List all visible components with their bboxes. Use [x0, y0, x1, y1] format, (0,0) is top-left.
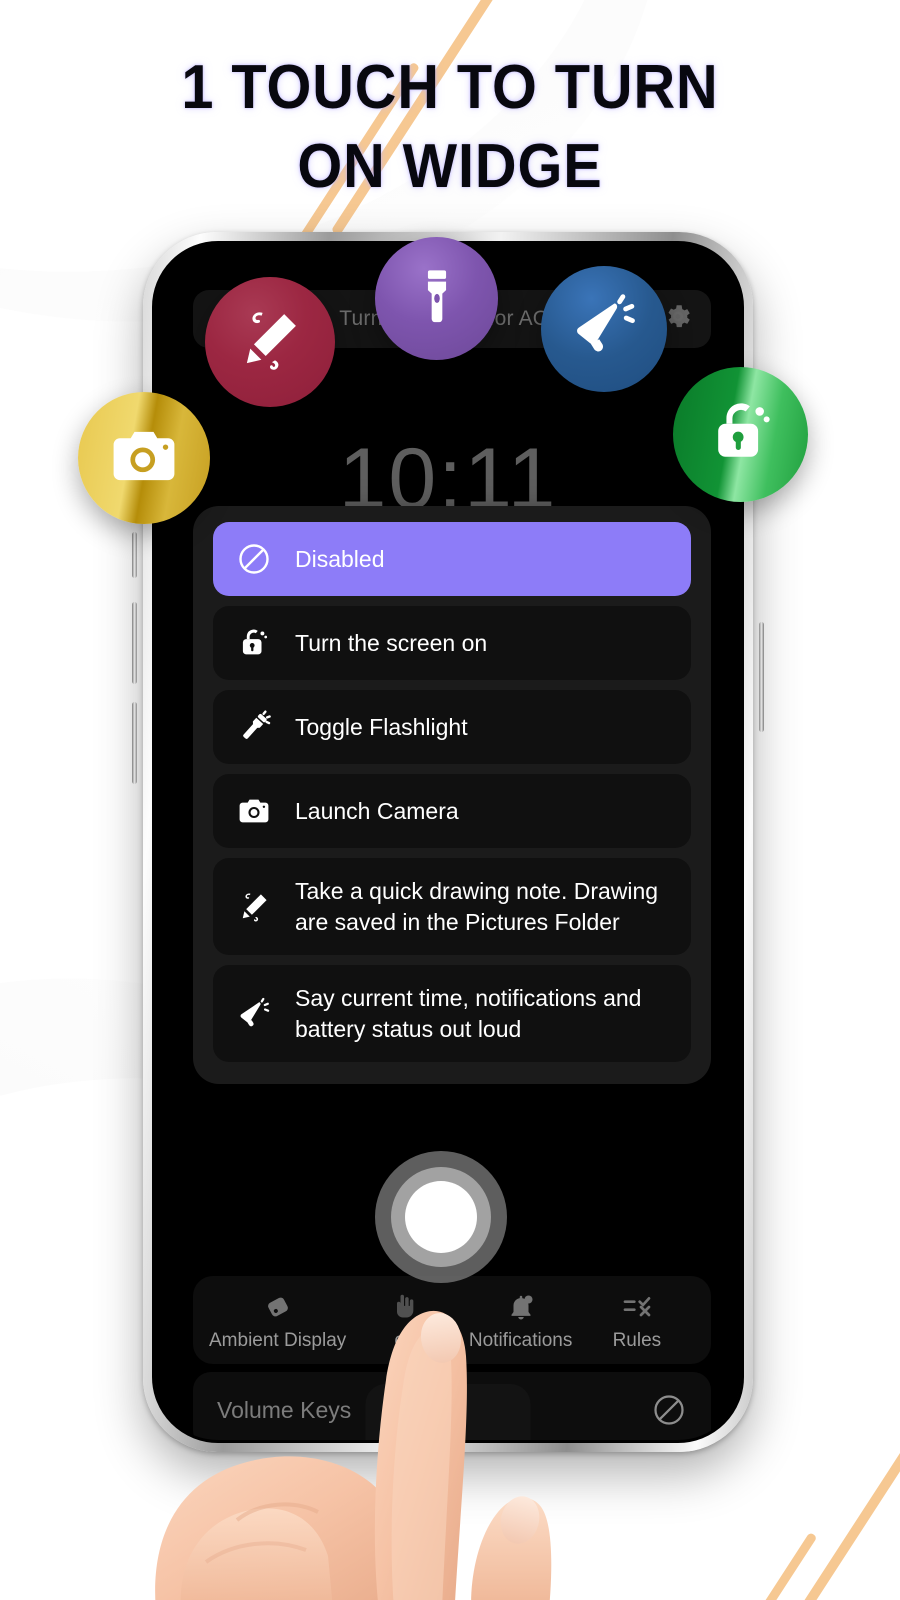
option-label: Toggle Flashlight: [295, 713, 468, 740]
disabled-slash-icon: [235, 540, 273, 578]
pointing-hand-illustration: [142, 1190, 562, 1600]
headline-line-1: 1 TOUCH TO TURN: [181, 53, 719, 122]
camera-icon: [235, 792, 273, 830]
draw-pen-icon: [233, 303, 307, 382]
option-toggle-flashlight[interactable]: Toggle Flashlight: [213, 690, 691, 764]
flashlight-icon: [405, 264, 469, 333]
option-label: Take a quick drawing note. Drawing are s…: [295, 878, 659, 935]
camera-circle[interactable]: [78, 392, 210, 524]
disabled-slash-icon[interactable]: [641, 1392, 687, 1428]
flashlight-circle[interactable]: [375, 237, 498, 360]
megaphone-icon: [235, 995, 273, 1033]
rules-icon: [621, 1292, 653, 1322]
option-speak-status[interactable]: Say current time, notifications and batt…: [213, 965, 691, 1063]
option-launch-camera[interactable]: Launch Camera: [213, 774, 691, 848]
diagonal-stripe-icon: [711, 1532, 818, 1600]
page-title: 1 TOUCH TO TURN ON WIDGE: [32, 48, 869, 207]
option-turn-screen-on[interactable]: Turn the screen on: [213, 606, 691, 680]
camera-icon: [106, 418, 182, 499]
gear-icon[interactable]: [663, 302, 693, 337]
tab-rules[interactable]: Rules: [579, 1292, 695, 1352]
phone-mute-switch[interactable]: [132, 532, 137, 578]
tab-label: Rules: [612, 1330, 662, 1351]
unlock-icon: [703, 394, 779, 475]
flashlight-icon: [235, 708, 273, 746]
option-label: Say current time, notifications and batt…: [295, 985, 642, 1042]
phone-power-button[interactable]: [759, 622, 764, 732]
headline-line-2: ON WIDGE: [297, 132, 603, 202]
unlock-icon: [235, 624, 273, 662]
option-disabled[interactable]: Disabled: [213, 522, 691, 596]
phone-volume-down-button[interactable]: [132, 702, 137, 784]
megaphone-icon: [568, 291, 640, 368]
speak-circle[interactable]: [541, 266, 667, 392]
option-drawing-note[interactable]: Take a quick drawing note. Drawing are s…: [213, 858, 691, 956]
action-picker-panel: Disabled Turn the screen on Toggle Flash…: [193, 506, 711, 1085]
diagonal-stripe-icon: [757, 1421, 900, 1600]
draw-note-circle[interactable]: [205, 277, 335, 407]
unlock-circle[interactable]: [673, 367, 808, 502]
option-label: Turn the screen on: [295, 629, 488, 656]
option-label: Launch Camera: [295, 797, 459, 824]
option-label: Disabled: [295, 545, 385, 572]
phone-volume-up-button[interactable]: [132, 602, 137, 684]
draw-pen-icon: [235, 888, 273, 926]
